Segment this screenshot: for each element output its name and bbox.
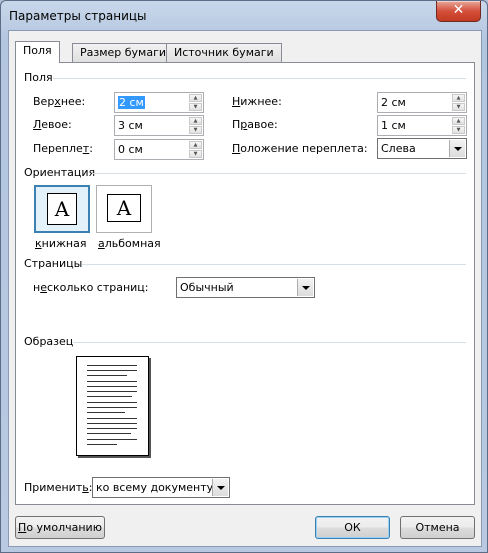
right-margin-label: Правое: [232,118,278,131]
landscape-button[interactable]: A [96,185,152,233]
spin-down-icon[interactable]: ▼ [452,126,465,134]
chevron-down-icon[interactable] [297,279,313,296]
gutter-position-label: Положение переплета: [232,142,368,155]
window-title: Параметры страницы [9,9,147,23]
gutter-spinner[interactable]: 0 см ▲ ▼ [114,139,204,160]
left-margin-label: Левое: [33,118,72,131]
bottom-margin-label: Нижнее: [232,95,282,108]
left-margin-value: 3 см [118,119,143,132]
spin-up-icon[interactable]: ▲ [452,117,465,125]
spin-up-icon[interactable]: ▲ [452,94,465,102]
right-margin-spinner[interactable]: 1 см ▲ ▼ [377,115,467,136]
section-pages-label: Страницы [24,257,83,270]
section-divider [92,173,466,174]
spin-up-icon[interactable]: ▲ [189,141,202,149]
gutter-label: Переплет: [33,142,93,155]
bottom-margin-spinner[interactable]: 2 см ▲ ▼ [377,92,467,113]
tab-paper-size[interactable]: Размер бумаги [72,43,175,62]
spin-down-icon[interactable]: ▼ [189,150,202,158]
tab-paper-source[interactable]: Источник бумаги [166,43,282,62]
page-preview [76,356,149,456]
section-sample-label: Образец [24,335,74,348]
tab-panel-margins: Поля Верхнее: 2 см ▲ ▼ Левое: 3 см ▲ ▼ Пер… [15,62,475,505]
gutter-position-value: Слева [381,142,416,155]
top-margin-label: Верхнее: [33,95,86,108]
multiple-pages-value: Обычный [180,281,234,294]
top-margin-value: 2 см [118,96,145,109]
dialog-client-area: Поля Размер бумаги Источник бумаги Поля … [8,30,482,547]
spin-down-icon[interactable]: ▼ [189,126,202,134]
spin-down-icon[interactable]: ▼ [452,103,465,111]
set-default-button[interactable]: По умолчанию [15,516,105,539]
section-orientation-label: Ориентация [24,166,96,179]
spin-up-icon[interactable]: ▲ [189,117,202,125]
cancel-button[interactable]: Отмена [400,516,475,539]
landscape-page-icon: A [107,194,141,222]
portrait-button[interactable]: A [34,185,90,233]
apply-to-label: Применить: [24,481,93,494]
spin-down-icon[interactable]: ▼ [189,103,202,111]
landscape-label: альбомная [98,237,161,250]
chevron-down-icon[interactable] [212,479,228,496]
section-divider [73,342,466,343]
multiple-pages-label: несколько страниц: [33,281,149,294]
close-button[interactable]: ✕ [436,1,481,22]
close-icon: ✕ [452,2,465,18]
section-divider [82,264,466,265]
section-divider [53,78,466,79]
dialog-window: Параметры страницы ✕ Поля Размер бумаги … [0,0,488,553]
top-margin-spinner[interactable]: 2 см ▲ ▼ [114,92,204,113]
tab-margins[interactable]: Поля [15,41,60,63]
portrait-page-icon: A [47,193,77,225]
gutter-value: 0 см [118,143,143,156]
portrait-label: книжная [35,237,87,250]
spin-up-icon[interactable]: ▲ [189,94,202,102]
left-margin-spinner[interactable]: 3 см ▲ ▼ [114,115,204,136]
bottom-margin-value: 2 см [381,96,406,109]
title-bar[interactable]: Параметры страницы ✕ [1,1,487,31]
gutter-position-select[interactable]: Слева [377,138,467,159]
section-margins-label: Поля [24,71,53,84]
chevron-down-icon[interactable] [449,140,465,157]
ok-button[interactable]: ОК [315,516,390,539]
apply-to-select[interactable]: ко всему документу [92,477,230,498]
apply-to-value: ко всему документу [96,481,214,494]
multiple-pages-select[interactable]: Обычный [176,277,315,298]
right-margin-value: 1 см [381,119,406,132]
